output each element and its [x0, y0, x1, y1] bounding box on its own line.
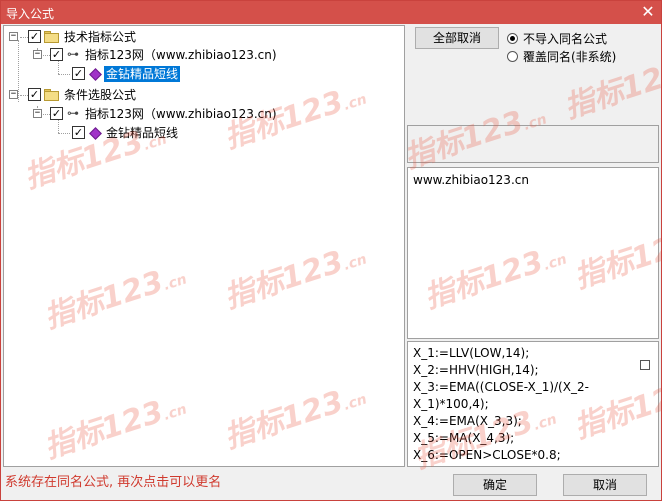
- tree-connector: [41, 114, 50, 115]
- group-checkbox[interactable]: ✓: [28, 88, 41, 101]
- cancel-button[interactable]: 取消: [563, 474, 647, 496]
- tree-connector: [20, 37, 28, 38]
- tree-connector: [58, 74, 70, 75]
- radio-overwrite[interactable]: [507, 51, 518, 62]
- group-checkbox[interactable]: ✓: [28, 30, 41, 43]
- radio-no-import-label[interactable]: 不导入同名公式: [523, 32, 607, 46]
- formula-diamond-icon: [89, 127, 102, 140]
- folder-icon: [44, 89, 60, 101]
- code-checkbox[interactable]: [640, 360, 650, 370]
- tree-connector: [20, 95, 28, 96]
- key-icon: ⊶: [67, 47, 79, 61]
- source-checkbox[interactable]: ✓: [50, 107, 63, 120]
- status-message: 系统存在同名公式, 再次点击可以更名: [5, 475, 222, 490]
- code-line: X_6:=OPEN>CLOSE*0.8;: [413, 448, 561, 462]
- close-icon[interactable]: ✕: [637, 3, 659, 21]
- code-line: X_2:=HHV(HIGH,14);: [413, 363, 539, 377]
- code-line: X_5:=MA(X_4,3);: [413, 431, 515, 445]
- code-line: X_1)*100,4);: [413, 397, 489, 411]
- tree-source-node[interactable]: 指标123网（www.zhibiao123.cn): [85, 106, 277, 122]
- tree-group-stock-selection[interactable]: 条件选股公式: [64, 87, 136, 103]
- tree-expander[interactable]: −: [9, 32, 18, 41]
- title-bar[interactable]: 导入公式 ✕: [1, 1, 661, 24]
- tree-formula-node[interactable]: 金钻精品短线: [106, 125, 178, 141]
- source-checkbox[interactable]: ✓: [50, 48, 63, 61]
- radio-no-import[interactable]: [507, 33, 518, 44]
- import-formula-dialog: 导入公式 ✕ − ✓ 技术指标公式 − ✓ ⊶ 指标123网（www.zhibi…: [0, 0, 662, 501]
- window-title: 导入公式: [6, 7, 55, 21]
- formula-checkbox[interactable]: ✓: [72, 126, 85, 139]
- tree-expander[interactable]: −: [9, 90, 18, 99]
- description-panel: www.zhibiao123.cn: [407, 167, 659, 339]
- description-text: www.zhibiao123.cn: [413, 173, 529, 187]
- tree-connector: [58, 118, 59, 133]
- radio-overwrite-label[interactable]: 覆盖同名(非系统): [523, 50, 616, 64]
- code-line: X_1:=LLV(LOW,14);: [413, 346, 530, 360]
- code-panel[interactable]: X_1:=LLV(LOW,14); X_2:=HHV(HIGH,14); X_3…: [407, 341, 659, 467]
- cancel-all-button[interactable]: 全部取消: [415, 27, 499, 49]
- tree-group-technical-indicators[interactable]: 技术指标公式: [64, 29, 136, 45]
- tree-connector: [58, 59, 59, 74]
- code-line: X_4:=EMA(X_3,3);: [413, 414, 522, 428]
- code-line: X_3:=EMA((CLOSE-X_1)/(X_2-: [413, 380, 589, 394]
- key-icon: ⊶: [67, 106, 79, 120]
- formula-tree[interactable]: − ✓ 技术指标公式 − ✓ ⊶ 指标123网（www.zhibiao123.c…: [3, 25, 405, 467]
- ok-button[interactable]: 确定: [453, 474, 537, 496]
- tree-source-node[interactable]: 指标123网（www.zhibiao123.cn): [85, 47, 277, 63]
- formula-diamond-icon: [89, 68, 102, 81]
- options-panel: [407, 125, 659, 163]
- tree-formula-node-selected[interactable]: 金钻精品短线: [104, 66, 181, 82]
- tree-connector: [58, 133, 70, 134]
- tree-expander[interactable]: −: [33, 109, 42, 118]
- tree-expander[interactable]: −: [33, 50, 42, 59]
- folder-icon: [44, 31, 60, 43]
- formula-checkbox[interactable]: ✓: [72, 67, 85, 80]
- tree-connector: [18, 40, 19, 102]
- tree-connector: [41, 55, 50, 56]
